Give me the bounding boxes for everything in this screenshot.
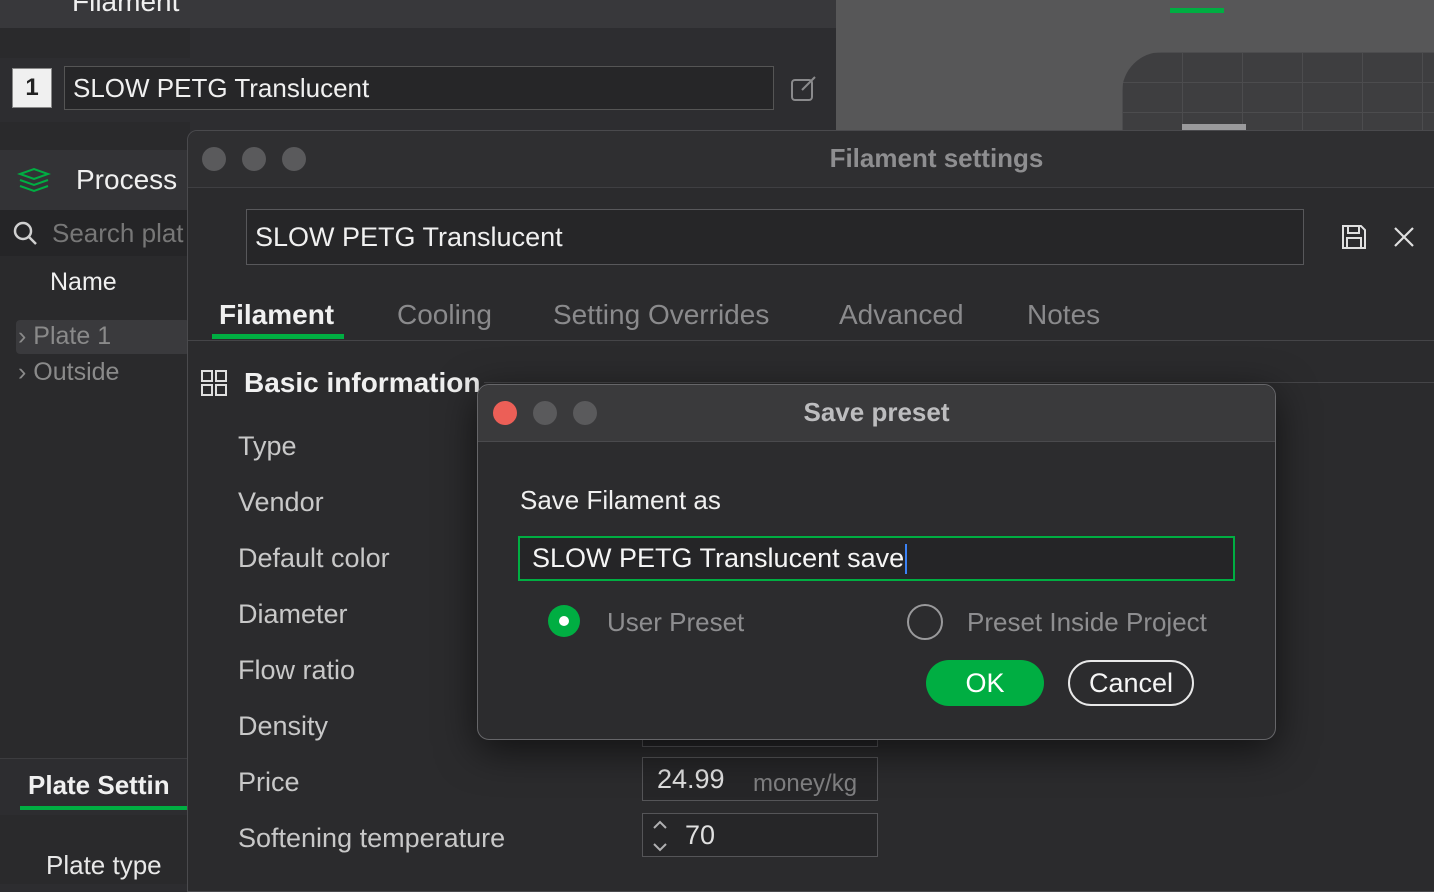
field-label-density: Density (238, 711, 329, 741)
section-title: Basic information (244, 367, 481, 398)
close-icon[interactable] (1392, 225, 1416, 249)
softening-temperature-input[interactable]: 70 (642, 813, 878, 857)
process-label: Process (76, 164, 178, 195)
tree-item-outside[interactable]: › Outside (18, 358, 119, 387)
field-label-default-color: Default color (238, 543, 390, 573)
field-label-flow-ratio: Flow ratio (238, 655, 356, 685)
chevron-right-icon: › (18, 322, 27, 350)
panel-title: Filament (72, 0, 180, 17)
layers-icon (17, 167, 51, 193)
viewport-green-marker (1170, 8, 1224, 13)
tab-plate-settings[interactable]: Plate Settin (28, 770, 170, 801)
field-label-diameter: Diameter (238, 599, 348, 629)
preset-inside-project-radio[interactable] (907, 604, 943, 640)
tab-cooling[interactable]: Cooling (397, 299, 492, 331)
tab-advanced[interactable]: Advanced (839, 299, 964, 331)
save-preset-dialog: Save preset Save Filament as SLOW PETG T… (477, 384, 1276, 740)
edit-icon[interactable] (790, 74, 818, 102)
tree-item-plate-1[interactable]: › Plate 1 (18, 322, 111, 351)
tab-setting-overrides[interactable]: Setting Overrides (553, 299, 769, 331)
save-as-label: Save Filament as (520, 485, 721, 515)
tab-underline (20, 806, 190, 810)
field-label-price: Price (238, 767, 300, 797)
text-caret (905, 543, 908, 574)
top-bar: Filament (0, 0, 836, 28)
plate-type-label: Plate type (46, 850, 162, 880)
user-preset-label[interactable]: User Preset (607, 607, 744, 638)
ok-button[interactable]: OK (926, 660, 1044, 706)
softening-temperature-value: 70 (685, 820, 716, 850)
search-input[interactable]: Search plat (52, 218, 184, 249)
tree-item-label: Outside (33, 358, 120, 386)
active-tab-underline (212, 334, 344, 339)
tab-divider (188, 340, 1434, 341)
price-unit: money/kg (753, 770, 858, 797)
preset-name-select[interactable]: SLOW PETG Translucent (246, 209, 1304, 265)
name-column-header: Name (50, 268, 117, 296)
price-value: 24.99 (657, 764, 725, 794)
tab-filament[interactable]: Filament (219, 299, 334, 331)
grid-icon (201, 370, 227, 396)
preset-inside-project-label[interactable]: Preset Inside Project (967, 607, 1207, 638)
spin-arrows-icon[interactable] (649, 816, 671, 856)
preset-name-input-text: SLOW PETG Translucent save (532, 543, 905, 573)
user-preset-radio[interactable] (548, 605, 580, 637)
filament-preset-select[interactable]: SLOW PETG Translucent (64, 66, 774, 110)
field-label-softening-temperature: Softening temperature (238, 823, 506, 853)
save-icon[interactable] (1340, 223, 1368, 251)
search-icon (13, 221, 37, 245)
filament-slot-badge[interactable]: 1 (12, 68, 52, 108)
chevron-right-icon: › (18, 358, 27, 386)
cancel-button[interactable]: Cancel (1068, 660, 1194, 706)
field-label-type: Type (238, 431, 297, 461)
window-title: Filament settings (829, 143, 1044, 173)
dialog-titlebar: Save preset (478, 385, 1275, 442)
price-input[interactable]: 24.99 money/kg (642, 757, 878, 801)
tree-item-label: Plate 1 (33, 322, 112, 350)
preset-name-input[interactable]: SLOW PETG Translucent save (518, 536, 1235, 581)
dialog-title: Save preset (803, 397, 950, 427)
section-divider (484, 382, 1434, 383)
build-plate (1122, 52, 1434, 142)
field-label-vendor: Vendor (238, 487, 324, 517)
tab-notes[interactable]: Notes (1027, 299, 1100, 331)
window-titlebar: Filament settings (188, 131, 1434, 188)
